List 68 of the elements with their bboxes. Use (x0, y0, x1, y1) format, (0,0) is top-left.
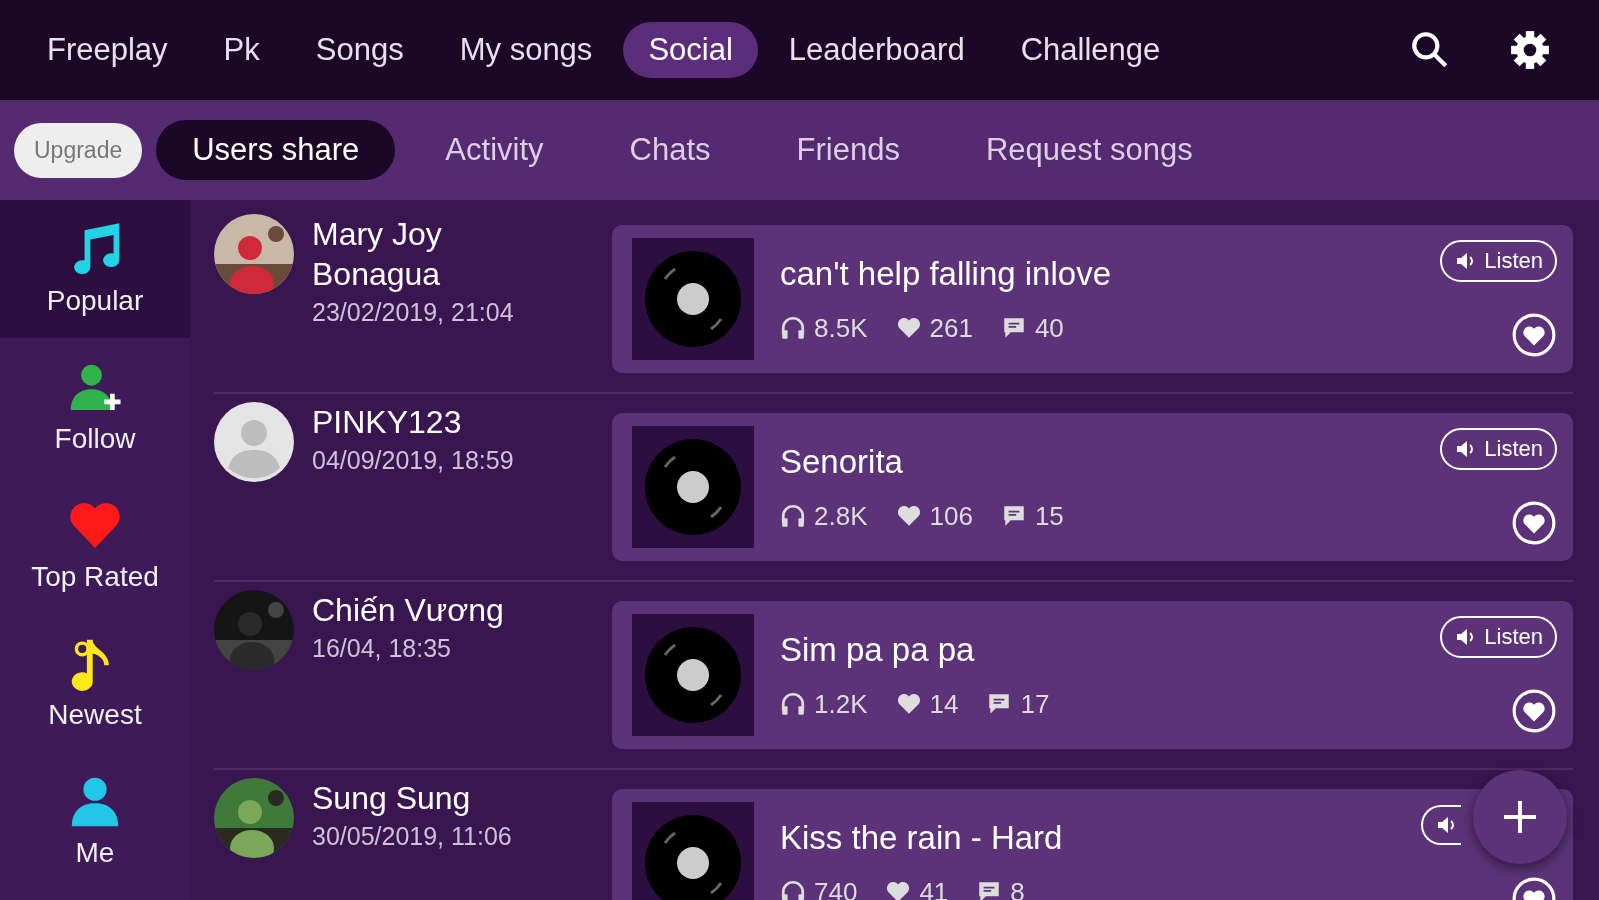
default-avatar-icon (214, 402, 294, 482)
song-card[interactable]: Sim pa pa pa 1.2K 14 17 Listen (612, 601, 1573, 749)
nav-tab[interactable]: Songs (290, 22, 429, 78)
comment-count: 15 (1034, 500, 1064, 532)
song-card[interactable]: Senorita 2.8K 106 15 Listen (612, 413, 1573, 561)
listen-count: 2.8K (814, 500, 868, 532)
post-date: 30/05/2019, 11:06 (312, 822, 513, 851)
nav-tab[interactable]: Social (623, 22, 758, 78)
listen-button[interactable]: Listen (1440, 428, 1557, 470)
comment-count: 40 (1034, 312, 1064, 344)
headphones-icon (780, 315, 806, 341)
like-button[interactable] (1511, 312, 1557, 358)
like-count: 261 (929, 312, 973, 344)
user-name[interactable]: Mary Joy Bonagua (312, 214, 562, 294)
sidebar-item[interactable]: Newest (0, 614, 190, 752)
sub-tab[interactable]: Users share (156, 120, 396, 180)
sidebar-item[interactable]: Follow (0, 338, 190, 476)
listen-count: 740 (814, 876, 858, 900)
sub-tab[interactable]: Friends (760, 120, 936, 180)
listen-button[interactable]: Listen (1440, 616, 1557, 658)
sub-tab[interactable]: Chats (593, 120, 747, 180)
vinyl-disc-icon (643, 437, 743, 537)
vinyl-disc-icon (643, 249, 743, 349)
comment-count: 17 (1020, 688, 1050, 720)
nav-tab[interactable]: My songs (434, 22, 618, 78)
sidebar-item[interactable]: Top Rated (0, 476, 190, 614)
nav-tab[interactable]: Freeplay (22, 22, 193, 78)
listen-count: 8.5K (814, 312, 868, 344)
heart-icon (885, 879, 912, 900)
upgrade-button[interactable]: Upgrade (14, 122, 143, 178)
sub-tab[interactable]: Activity (409, 120, 580, 180)
headphones-icon (780, 879, 806, 900)
like-count: 106 (929, 500, 973, 532)
song-title: Sim pa pa pa (780, 630, 976, 669)
settings-icon[interactable] (1509, 29, 1551, 71)
like-count: 41 (919, 876, 949, 900)
like-button[interactable] (1511, 688, 1557, 734)
sidebar-item[interactable]: Popular (0, 200, 190, 338)
post-date: 04/09/2019, 18:59 (312, 446, 515, 475)
sidebar-label: Me (75, 837, 115, 869)
headphones-icon (780, 691, 806, 717)
user-name[interactable]: PINKY123 (312, 402, 562, 442)
vinyl-disc-icon (643, 625, 743, 725)
comment-count: 8 (1010, 876, 1025, 900)
song-title: Kiss the rain - Hard (780, 818, 1064, 857)
headphones-icon (780, 503, 806, 529)
nav-tab[interactable]: Challenge (995, 22, 1186, 78)
listen-button[interactable]: Listen (1440, 240, 1557, 282)
like-button[interactable] (1511, 500, 1557, 546)
song-title: Senorita (780, 442, 904, 481)
song-title: can't help falling inlove (780, 254, 1112, 293)
sidebar-label: Top Rated (31, 561, 159, 593)
sidebar-item[interactable]: Me (0, 752, 190, 890)
listen-count: 1.2K (814, 688, 868, 720)
post-date: 23/02/2019, 21:04 (312, 298, 515, 327)
like-count: 14 (929, 688, 959, 720)
song-card[interactable]: Kiss the rain - Hard 740 41 8 (612, 789, 1573, 900)
nav-tab[interactable]: Leaderboard (763, 22, 990, 78)
sidebar-label: Follow (54, 423, 136, 455)
post-date: 16/04, 18:35 (312, 634, 452, 663)
sidebar-label: Newest (48, 699, 142, 731)
sidebar-label: Popular (46, 285, 144, 317)
user-name[interactable]: Sung Sung (312, 778, 562, 818)
song-card[interactable]: can't help falling inlove 8.5K 261 40 Listen (612, 225, 1573, 373)
listen-button[interactable] (1421, 804, 1461, 845)
user-name[interactable]: Chiến Vương (312, 590, 562, 630)
nav-tab[interactable]: Pk (198, 22, 285, 78)
sub-tab[interactable]: Request songs (949, 120, 1229, 180)
